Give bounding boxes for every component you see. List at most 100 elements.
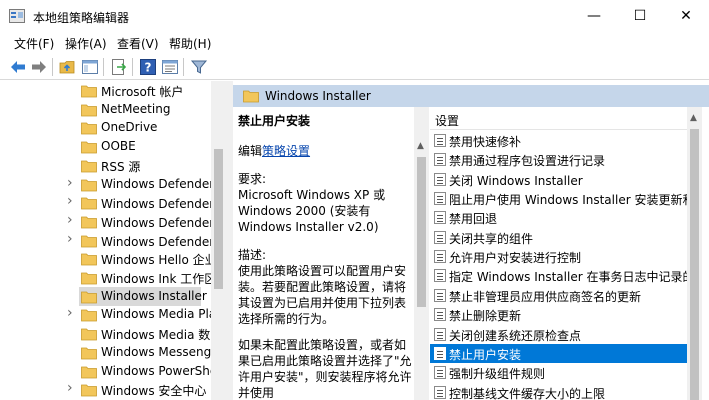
- tree-item[interactable]: › Windows Defender S: [7, 175, 226, 194]
- close-icon: ✕: [680, 8, 692, 24]
- toolbar-separator: [183, 58, 184, 76]
- settings-column-header[interactable]: 设置: [430, 107, 687, 130]
- tree-item[interactable]: › Windows Defender 防: [7, 193, 226, 212]
- tree-item-label: Windows 安全中心: [101, 384, 207, 399]
- filter-icon[interactable]: [190, 58, 208, 76]
- chevron-right-icon[interactable]: ›: [67, 175, 73, 191]
- window-title: 本地组策略编辑器: [33, 11, 130, 25]
- tree-item[interactable]: Windows Hello 企业版: [7, 249, 226, 268]
- folder-icon: [81, 308, 97, 325]
- setting-row[interactable]: 允许用户对安装进行控制: [430, 247, 687, 266]
- setting-label: 关闭创建系统还原检查点: [449, 328, 582, 343]
- scroll-up-icon[interactable]: ▲: [690, 113, 697, 123]
- maximize-button[interactable]: ☐: [617, 0, 663, 32]
- setting-row[interactable]: 禁用回退: [430, 208, 687, 227]
- description-more-text: 如果未配置此策略设置，或者如果已启用此策略设置并选择了"允许用户安装"，则安装程…: [238, 338, 412, 400]
- setting-label: 关闭 Windows Installer: [449, 173, 583, 188]
- tree-item[interactable]: Windows Media 数字: [7, 324, 222, 344]
- tree-item[interactable]: NetMeeting: [7, 100, 213, 119]
- settings-scrollbar[interactable]: ▲: [687, 107, 702, 400]
- tree-item[interactable]: Microsoft 帐户: [7, 81, 213, 100]
- setting-row[interactable]: 关闭 Windows Installer: [430, 170, 687, 189]
- minimize-button[interactable]: —: [571, 0, 617, 32]
- properties-icon[interactable]: [161, 58, 179, 76]
- description-scroll-thumb[interactable]: [417, 157, 426, 307]
- folder-icon: [243, 90, 259, 103]
- scroll-up-icon[interactable]: ▲: [417, 141, 424, 151]
- setting-row[interactable]: 强制升级组件规则: [430, 363, 687, 382]
- tree-item[interactable]: Windows Installer: [79, 286, 207, 306]
- tree-item[interactable]: OneDrive: [7, 118, 213, 137]
- help-icon[interactable]: ?: [139, 58, 157, 76]
- description-scrollbar[interactable]: ▲: [414, 107, 429, 400]
- folder-icon: [81, 103, 97, 120]
- tree-item-label: OOBE: [101, 139, 136, 154]
- menu-bar: 文件(F) 操作(A) 查看(V) 帮助(H): [0, 33, 709, 53]
- menu-action[interactable]: 操作(A): [65, 35, 107, 52]
- forward-arrow-icon[interactable]: [30, 58, 48, 76]
- tree-item[interactable]: › Windows Defender 攻: [7, 212, 226, 231]
- close-button[interactable]: ✕: [663, 0, 709, 32]
- tree-scrollbar[interactable]: [211, 81, 226, 400]
- title-bar: 本地组策略编辑器 — ☐ ✕: [0, 0, 709, 32]
- pane-divider[interactable]: [226, 81, 233, 400]
- tree-item[interactable]: Windows Messenger: [7, 343, 224, 362]
- window-edge: [702, 107, 709, 400]
- tree-item-label: Windows Media 数字: [101, 328, 223, 343]
- tree-scroll-thumb[interactable]: [214, 149, 223, 289]
- toolbar: ?: [0, 54, 709, 80]
- folder-icon: [81, 327, 97, 344]
- setting-label: 控制基线文件缓存大小的上限: [449, 386, 606, 400]
- setting-label: 禁用回退: [449, 212, 498, 227]
- edit-prefix: 编辑: [238, 144, 263, 158]
- policy-setting-icon: [434, 211, 446, 225]
- setting-label: 指定 Windows Installer 在事务日志中记录的事: [449, 270, 687, 285]
- setting-row[interactable]: 禁止用户安装: [430, 343, 687, 363]
- tree-item[interactable]: › Windows Defender 应: [7, 231, 226, 250]
- chevron-right-icon[interactable]: ›: [67, 380, 73, 396]
- policy-setting-icon: [434, 288, 446, 302]
- chevron-right-icon[interactable]: ›: [67, 212, 73, 228]
- export-list-icon[interactable]: [110, 58, 128, 76]
- menu-view[interactable]: 查看(V): [117, 35, 159, 52]
- setting-row[interactable]: 禁用通过程序包设置进行记录: [430, 150, 687, 169]
- edit-policy-link[interactable]: 策略设置: [262, 144, 310, 158]
- setting-row[interactable]: 控制基线文件缓存大小的上限: [430, 383, 687, 400]
- settings-scroll-thumb[interactable]: [690, 129, 699, 400]
- tree-item-label: Windows Installer: [101, 288, 207, 303]
- tree-item[interactable]: › Windows Media Play: [7, 305, 223, 325]
- chevron-right-icon[interactable]: ›: [67, 193, 73, 209]
- setting-row[interactable]: 阻止用户使用 Windows Installer 安装更新和升: [430, 189, 687, 208]
- tree-item[interactable]: OOBE: [7, 137, 213, 156]
- setting-label: 禁用快速修补: [449, 135, 522, 149]
- tree-item[interactable]: › Windows 安全中心: [7, 380, 213, 399]
- category-title: Windows Installer: [265, 89, 371, 103]
- settings-list: 设置 禁用快速修补 禁用通过程序包设置进行记录关闭 Windows Install…: [430, 107, 687, 400]
- back-arrow-icon[interactable]: [9, 58, 27, 76]
- setting-row[interactable]: 关闭创建系统还原检查点: [430, 325, 687, 344]
- setting-label: 关闭共享的组件: [449, 231, 534, 246]
- chevron-right-icon[interactable]: ›: [67, 305, 73, 321]
- policy-setting-icon: [434, 134, 446, 147]
- menu-help[interactable]: 帮助(H): [169, 35, 211, 52]
- up-folder-icon[interactable]: [59, 58, 77, 76]
- tree-item[interactable]: RSS 源: [7, 156, 213, 175]
- maximize-icon: ☐: [633, 8, 647, 24]
- setting-row[interactable]: 禁止删除更新: [430, 305, 687, 324]
- menu-file[interactable]: 文件(F): [14, 35, 54, 52]
- show-tree-icon[interactable]: [81, 58, 99, 76]
- policy-setting-icon: [434, 366, 446, 380]
- folder-icon: [81, 383, 97, 400]
- tree-item[interactable]: Windows PowerShell: [7, 362, 224, 381]
- tree-item-label: Windows Defender 攻: [101, 215, 226, 230]
- tree-item-label: RSS 源: [101, 159, 141, 174]
- setting-row[interactable]: 关闭共享的组件: [430, 228, 687, 247]
- toolbar-separator: [52, 58, 53, 76]
- tree-item[interactable]: Windows Ink 工作区: [7, 268, 216, 287]
- setting-row[interactable]: 禁止非管理员应用供应商签名的更新: [430, 286, 687, 305]
- setting-row[interactable]: 指定 Windows Installer 在事务日志中记录的事: [430, 266, 687, 285]
- setting-row[interactable]: 禁用快速修补: [430, 131, 687, 150]
- folder-icon: [81, 84, 97, 101]
- tree-item-label: Windows Media Play: [101, 307, 224, 322]
- chevron-right-icon[interactable]: ›: [67, 231, 73, 247]
